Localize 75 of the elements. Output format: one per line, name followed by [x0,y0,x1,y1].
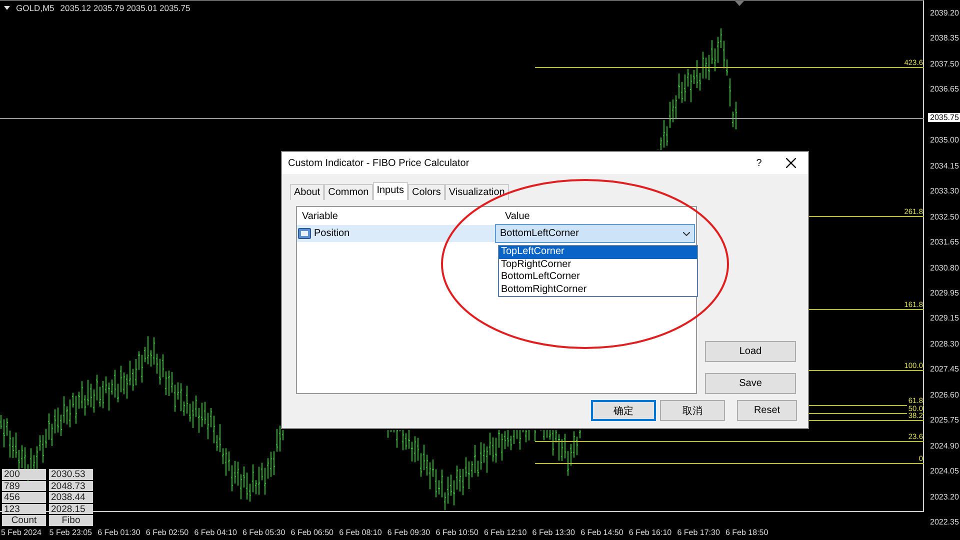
price-label: 2038.35 [930,34,959,43]
close-icon[interactable] [786,158,796,168]
variable-row[interactable]: Position [297,225,495,242]
tab[interactable]: Common [324,184,373,200]
symbol-label: GOLD,M5 [16,3,54,13]
table-header-cell: Count [2,515,46,526]
tab[interactable]: About [290,184,324,200]
price-label: 2026.60 [930,390,959,400]
current-price-label: 2035.75 [928,113,960,122]
table-cell: 456 [2,492,46,502]
price-label: 2039.20 [930,8,959,18]
table-cell: 200 [2,469,46,480]
tab[interactable]: Inputs [372,182,408,200]
price-label: 2022.35 [930,518,959,526]
table-header-cell: Fibo [49,515,93,526]
table-cell: 2038.44 [49,492,93,502]
time-label: 6 Feb 17:30 [677,528,720,537]
time-label: 5 Feb 23:05 [49,528,92,537]
time-label: 6 Feb 04:10 [194,528,237,537]
time-label: 6 Feb 14:50 [580,528,624,537]
time-label: 5 Feb 2024 [1,528,42,537]
price-label: 2033.30 [930,186,959,196]
price-label: 2024.90 [930,441,959,450]
price-label: 2031.65 [930,238,959,247]
price-label: 2032.50 [930,212,959,222]
price-label: 2035.00 [930,136,959,145]
price-label: 2023.20 [930,492,959,502]
time-label: 6 Feb 05:30 [242,528,286,537]
help-button[interactable]: ? [744,158,774,168]
time-label: 6 Feb 02:50 [146,528,189,537]
value-dropdown[interactable]: BottomLeftCorner [495,224,695,243]
time-label: 6 Feb 01:30 [98,528,140,537]
side-button[interactable]: Save [705,373,796,394]
quote-values: 2035.12 2035.79 2035.01 2035.75 [60,3,190,13]
table-cell: 789 [2,480,46,491]
dialog-button[interactable]: 取消 [660,400,725,421]
price-label: 2027.45 [930,364,959,374]
dropdown-option[interactable]: BottomLeftCorner [499,271,697,284]
tab[interactable]: Visualization [444,184,509,200]
table-cell: 123 [2,504,46,514]
price-label: 2037.50 [930,59,959,68]
dropdown-option[interactable]: TopRightCorner [499,258,697,271]
column-header: Variable [301,210,339,222]
table-cell: 2048.73 [49,480,93,491]
time-label: 6 Feb 18:50 [726,528,768,537]
column-header: Value [504,210,530,222]
time-label: 6 Feb 08:10 [339,528,382,537]
side-button[interactable]: Load [705,341,796,362]
time-label: 6 Feb 12:10 [484,528,527,537]
price-label: 2024.05 [930,466,959,476]
table-cell: 2030.53 [49,469,93,480]
time-label: 6 Feb 16:10 [628,528,672,537]
time-label: 6 Feb 13:30 [532,528,575,537]
scroll-marker-icon[interactable] [735,1,744,6]
caret-icon [683,232,690,236]
variable-icon [298,228,311,239]
price-label: 2029.95 [930,288,959,298]
time-label: 6 Feb 06:50 [290,528,334,537]
tab[interactable]: Colors [408,184,445,200]
dropdown-option[interactable]: TopLeftCorner [499,246,697,258]
variable-name: Position [314,228,350,239]
price-label: 2029.15 [930,314,959,323]
dialog-button[interactable]: Reset [737,400,797,421]
price-label: 2025.75 [930,416,959,425]
time-label: 6 Feb 09:30 [387,528,430,537]
table-cell: 2028.15 [49,504,93,514]
dropdown-option[interactable]: BottomRightCorner [499,284,697,296]
dropdown-arrow-icon[interactable] [4,6,10,10]
dialog-title: Custom Indicator - FIBO Price Calculator [288,158,470,168]
price-label: 2036.65 [930,84,959,94]
time-label: 6 Feb 10:50 [436,528,478,537]
price-label: 2034.15 [930,161,959,170]
price-label: 2028.30 [930,339,959,348]
dialog-button[interactable]: 确定 [591,400,656,421]
price-label: 2030.80 [930,263,959,272]
